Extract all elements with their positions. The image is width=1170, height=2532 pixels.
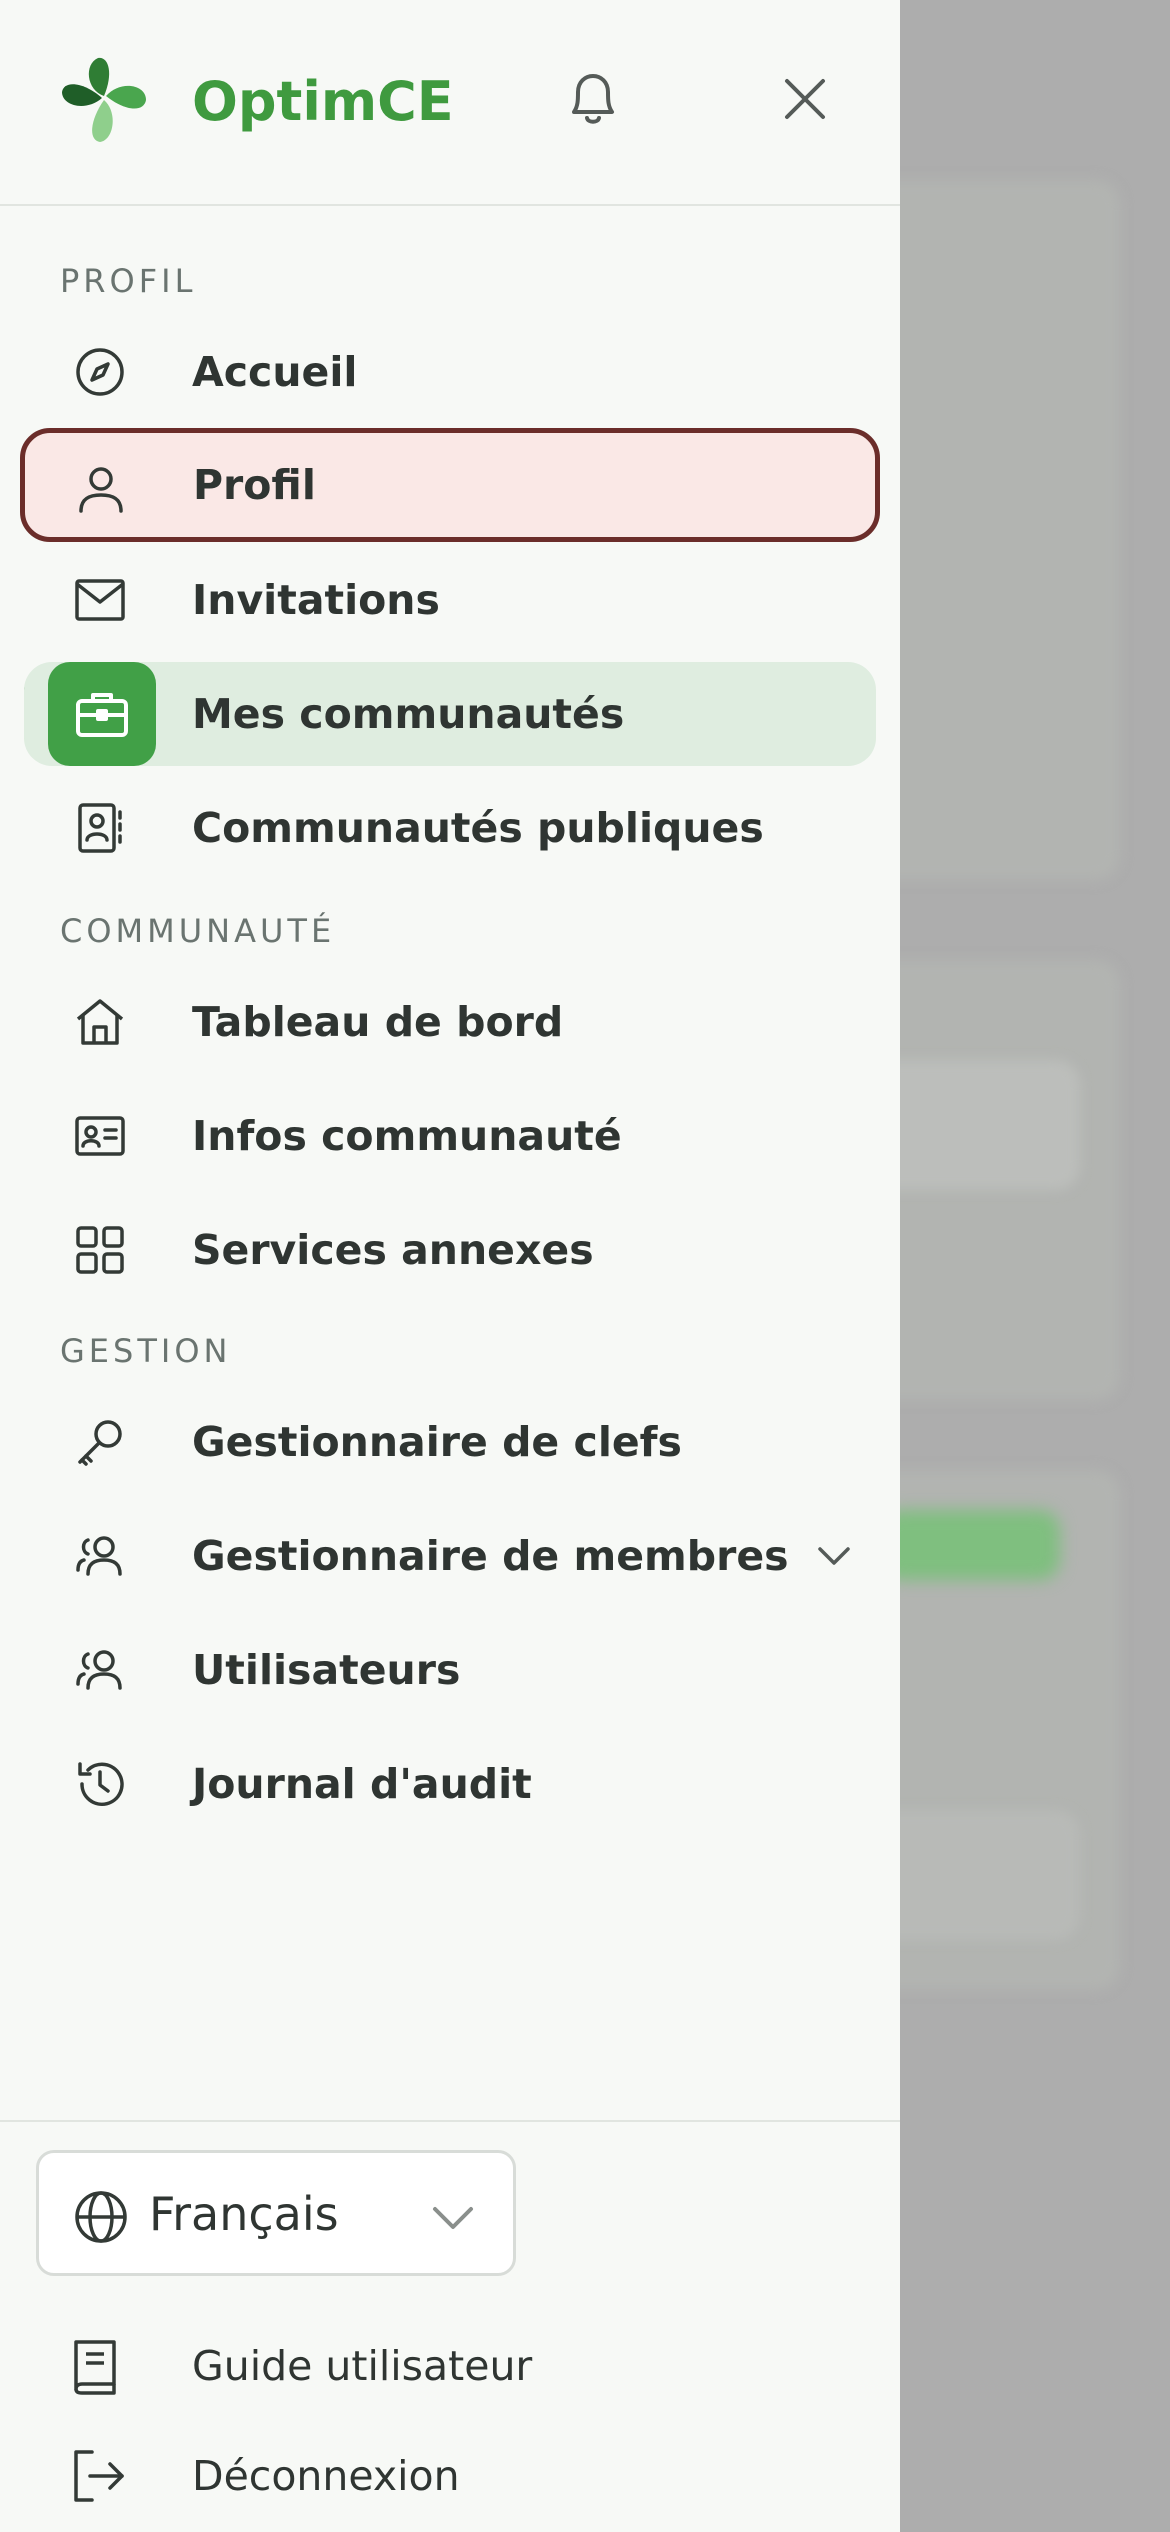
nav-label: Communautés publiques [192, 804, 764, 852]
mail-icon [74, 574, 126, 626]
user-icon [75, 463, 127, 515]
users-icon [74, 1644, 126, 1696]
globe-icon [73, 2189, 129, 2245]
nav-item-infos-communaute[interactable]: Infos communauté [24, 1084, 878, 1188]
nav-label: Gestionnaire de membres [192, 1532, 789, 1580]
logout-link[interactable]: Déconnexion [60, 2432, 760, 2522]
navigation-drawer: OptimCE PROFIL Accueil Profil Invitation… [0, 0, 900, 2532]
optimce-logo [56, 50, 152, 146]
background-card [900, 180, 1120, 880]
nav-item-mes-communautes[interactable]: Mes communautés [24, 662, 876, 766]
section-label-gestion: GESTION [60, 1332, 232, 1370]
guide-link[interactable]: Guide utilisateur [60, 2322, 760, 2412]
nav-item-gestionnaire-clefs[interactable]: Gestionnaire de clefs [24, 1390, 878, 1494]
nav-label: Tableau de bord [192, 998, 564, 1046]
nav-label: Profil [193, 461, 316, 509]
nav-item-invitations[interactable]: Invitations [24, 548, 878, 652]
bell-icon[interactable] [558, 64, 628, 134]
brand-name: OptimCE [192, 70, 454, 133]
history-icon [74, 1758, 126, 1810]
nav-label: Invitations [192, 576, 440, 624]
key-icon [74, 1416, 126, 1468]
nav-label: Mes communautés [192, 690, 625, 738]
home-icon [74, 996, 126, 1048]
book-icon [70, 2338, 130, 2398]
nav-item-services-annexes[interactable]: Services annexes [24, 1198, 878, 1302]
nav-label: Gestionnaire de clefs [192, 1418, 682, 1466]
nav-item-journal-audit[interactable]: Journal d'audit [24, 1732, 878, 1836]
logout-icon [70, 2448, 130, 2508]
contact-book-icon [74, 802, 126, 854]
logout-label: Déconnexion [192, 2452, 460, 2500]
background-button [900, 1810, 1080, 1940]
background-overlay[interactable] [900, 0, 1170, 2532]
background-field [900, 1060, 1080, 1190]
nav-item-profil[interactable]: Profil [20, 428, 880, 542]
nav-item-communautes-publiques[interactable]: Communautés publiques [24, 776, 878, 880]
id-card-icon [74, 1110, 126, 1162]
drawer-header: OptimCE [0, 0, 900, 206]
nav-item-utilisateurs[interactable]: Utilisateurs [24, 1618, 878, 1722]
nav-label: Services annexes [192, 1226, 594, 1274]
chevron-down-icon [429, 2193, 477, 2241]
background-pill [900, 1510, 1060, 1580]
grid-icon [74, 1224, 126, 1276]
nav-label: Accueil [192, 348, 358, 396]
section-label-profil: PROFIL [60, 262, 197, 300]
nav-item-accueil[interactable]: Accueil [24, 320, 878, 424]
briefcase-icon [48, 662, 156, 766]
close-icon[interactable] [770, 64, 840, 134]
nav-label: Journal d'audit [192, 1760, 532, 1808]
users-icon [74, 1530, 126, 1582]
guide-label: Guide utilisateur [192, 2342, 533, 2390]
compass-icon [74, 346, 126, 398]
language-value: Français [149, 2187, 339, 2241]
drawer-footer: Français Guide utilisateur Déconnexion [0, 2120, 900, 2532]
section-label-communaute: COMMUNAUTÉ [60, 912, 336, 950]
nav-label: Utilisateurs [192, 1646, 461, 1694]
nav-item-gestionnaire-membres[interactable]: Gestionnaire de membres [24, 1504, 878, 1608]
nav-item-tableau-de-bord[interactable]: Tableau de bord [24, 970, 878, 1074]
chevron-down-icon[interactable] [812, 1534, 856, 1578]
nav-label: Infos communauté [192, 1112, 622, 1160]
language-select[interactable]: Français [36, 2150, 516, 2276]
